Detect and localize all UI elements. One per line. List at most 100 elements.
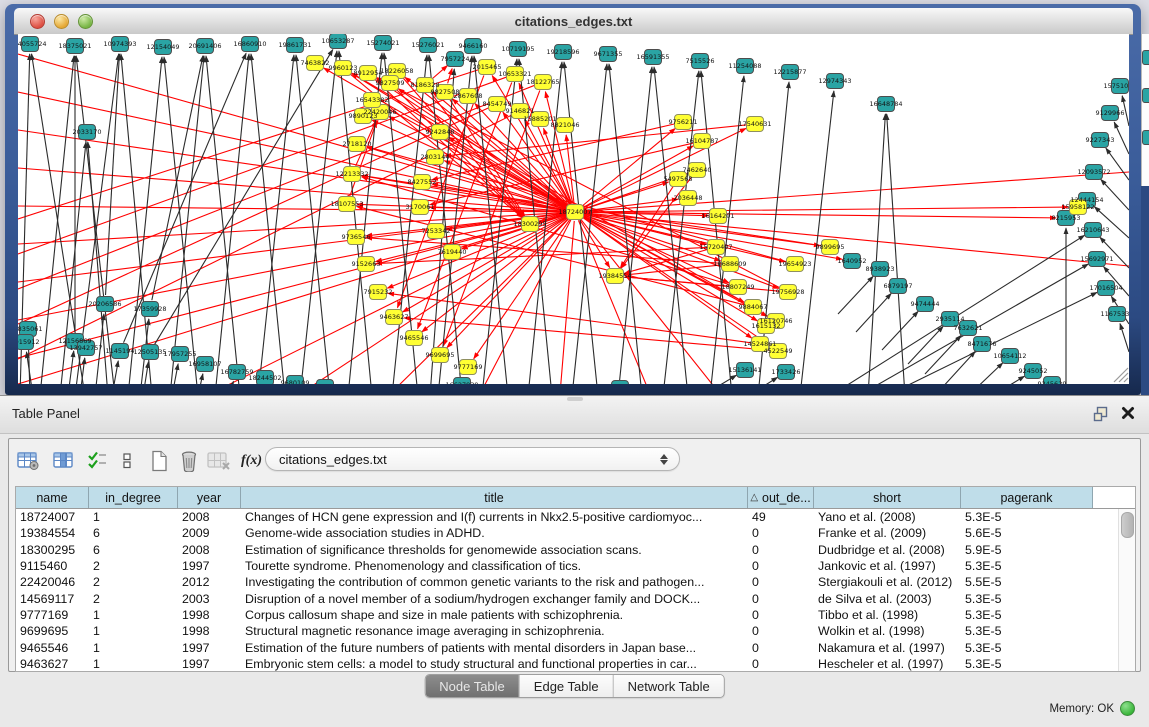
dropdown-arrows-icon: [660, 454, 668, 465]
node-label: 10688609: [713, 260, 746, 268]
column-header-title[interactable]: title: [241, 487, 748, 508]
background-network-node: [1142, 130, 1149, 145]
node-label: 9227343: [1086, 136, 1115, 144]
node-label: 2015465: [473, 63, 502, 71]
table-cell: 0: [748, 526, 814, 540]
column-header-in_degree[interactable]: in_degree: [89, 487, 178, 508]
table-cell: 1998: [178, 624, 241, 638]
table-row[interactable]: 969969511998Structural magnetic resonanc…: [16, 623, 1118, 639]
node-label: 18375021: [58, 42, 91, 50]
scrollbar-thumb[interactable]: [1121, 512, 1134, 538]
node-label: 9736546: [342, 233, 371, 241]
table-row[interactable]: 977716911998Corpus callosum shape and si…: [16, 607, 1118, 623]
table-cell: 1: [89, 657, 178, 671]
node-label: 14055724: [18, 40, 47, 48]
header-filler: [1093, 487, 1135, 508]
table-row[interactable]: 1938455462009Genome-wide association stu…: [16, 525, 1118, 541]
table-mode-button[interactable]: [17, 451, 41, 471]
table-cell: 5.3E-5: [961, 608, 1093, 622]
table-row[interactable]: 911546021997Tourette syndrome. Phenomeno…: [16, 558, 1118, 574]
network-edge: [388, 293, 751, 342]
column-header-out_de[interactable]: △out_de...: [748, 487, 814, 508]
table-row[interactable]: 2242004622012Investigating the contribut…: [16, 574, 1118, 590]
table-cell: 2009: [178, 526, 241, 540]
window-titlebar[interactable]: citations_edges.txt: [14, 8, 1133, 35]
table-cell: 0: [748, 641, 814, 655]
node-label: 16104787: [685, 137, 718, 145]
node-label: 10654112: [993, 352, 1026, 360]
node-label: 7515526: [686, 57, 715, 65]
show-columns-button[interactable]: [53, 451, 75, 471]
node-label: 9146821: [506, 107, 535, 115]
vertical-scrollbar[interactable]: [1118, 509, 1135, 671]
network-view-window[interactable]: citations_edges.txt 14055724183750211097…: [5, 4, 1141, 395]
table-row[interactable]: 946362711997Embryonic stem cells: a mode…: [16, 656, 1118, 671]
table-cell: Tibbo et al. (1998): [814, 608, 961, 622]
tab-network-table[interactable]: Network Table: [614, 675, 724, 697]
panel-resize-handle[interactable]: [567, 397, 583, 401]
canvas-resize-grip[interactable]: [1114, 368, 1128, 382]
select-rows-button[interactable]: [87, 451, 107, 471]
node-label: 15276021: [411, 41, 444, 49]
node-label: 9463627: [380, 313, 409, 321]
tab-edge-table[interactable]: Edge Table: [520, 675, 614, 697]
network-edge: [155, 50, 333, 345]
node-label: 18724007: [558, 208, 591, 216]
network-edge: [258, 55, 294, 384]
node-label: 16860910: [233, 40, 266, 48]
node-label: 7915232: [364, 288, 393, 296]
node-label: 9152663: [352, 260, 381, 268]
table-source-dropdown[interactable]: citations_edges.txt: [265, 447, 680, 471]
table-cell: 5.3E-5: [961, 641, 1093, 655]
node-label: 5497568: [664, 175, 693, 183]
table-cell: Disruption of a novel member of a sodium…: [241, 592, 748, 606]
network-edge: [908, 326, 943, 364]
column-header-short[interactable]: short: [814, 487, 961, 508]
tab-node-table[interactable]: Node Table: [425, 675, 520, 697]
column-header-pagerank[interactable]: pagerank: [961, 487, 1093, 508]
table-cell: Corpus callosum shape and size in male p…: [241, 608, 748, 622]
node-label: 9245052: [1019, 367, 1048, 375]
delete-column-button[interactable]: [179, 450, 199, 472]
network-edge: [618, 67, 652, 384]
table-cell: 1997: [178, 559, 241, 573]
column-header-year[interactable]: year: [178, 487, 241, 508]
node-label: 19861731: [278, 41, 311, 49]
float-window-icon[interactable]: [1093, 406, 1109, 422]
background-window-frame: [1141, 186, 1149, 395]
table-toolbar: f(x): [17, 444, 262, 478]
close-panel-icon[interactable]: [1121, 406, 1135, 420]
network-edge: [560, 221, 574, 384]
column-header-name[interactable]: name: [16, 487, 89, 508]
table-cell: 9699695: [16, 624, 89, 638]
node-label: 19218596: [546, 48, 579, 56]
new-column-icon: [149, 450, 169, 472]
node-label: 2867608: [454, 92, 483, 100]
node-label: 17957255: [163, 350, 196, 358]
table-cell: 2003: [178, 592, 241, 606]
table-row[interactable]: 946554611997Estimation of the future num…: [16, 639, 1118, 655]
table-cell: Structural magnetic resonance image aver…: [241, 624, 748, 638]
network-edge: [992, 376, 1024, 384]
row-height-icon: [121, 451, 133, 471]
table-row[interactable]: 1872400712008Changes of HCN gene express…: [16, 509, 1118, 525]
node-label: 13942757: [69, 344, 102, 352]
table-row[interactable]: 1830029562008Estimation of significance …: [16, 542, 1118, 558]
table-cell: 2: [89, 575, 178, 589]
background-network-node: [1142, 88, 1149, 103]
table-cell: Wolkin et al. (1998): [814, 624, 961, 638]
network-canvas[interactable]: 1405572418375021109743931215404920691406…: [18, 34, 1129, 384]
table-cell: Genome-wide association studies in ADHD.: [241, 526, 748, 540]
node-label: 11254088: [728, 62, 761, 70]
node-label: 3915912: [18, 338, 39, 346]
node-label: 18226058: [380, 67, 413, 75]
function-builder-button[interactable]: f(x): [241, 453, 262, 469]
table-cell: 9777169: [16, 608, 89, 622]
new-column-button[interactable]: [149, 450, 169, 472]
node-label: 9474444: [911, 300, 940, 308]
node-label: 3170061: [406, 203, 435, 211]
node-label: 19654923: [778, 260, 811, 268]
row-height-button[interactable]: [121, 451, 133, 471]
table-row[interactable]: 1456911722003Disruption of a novel membe…: [16, 590, 1118, 606]
network-edge: [432, 66, 448, 80]
